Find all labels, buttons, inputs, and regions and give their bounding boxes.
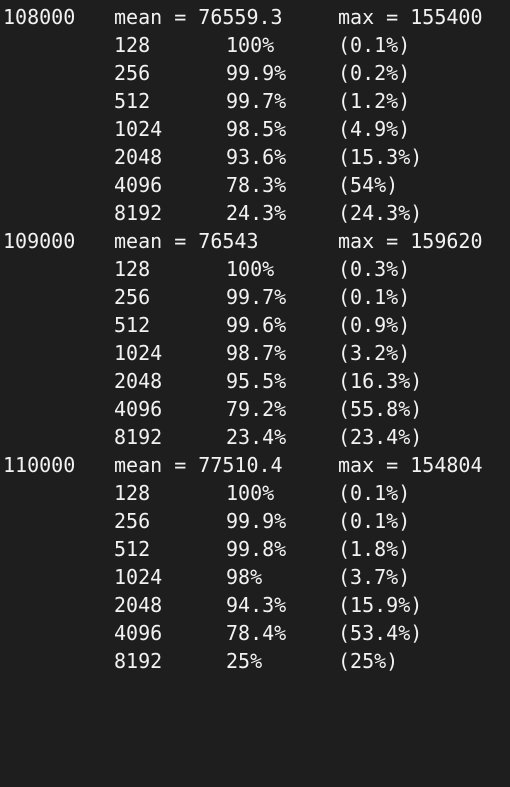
percent-value: 99.7% bbox=[226, 89, 287, 113]
size-value: 512 bbox=[114, 537, 151, 561]
block-header: 110000 mean = 77510.4 max = 154804 bbox=[0, 451, 510, 479]
share-value: (15.3%) bbox=[338, 145, 423, 169]
size-value: 1024 bbox=[114, 117, 163, 141]
table-row: 256 99.9% (0.2%) bbox=[0, 59, 510, 87]
mean-value: mean = 76543 bbox=[114, 229, 259, 253]
share-value: (0.9%) bbox=[338, 313, 411, 337]
percent-value: 25% bbox=[226, 649, 263, 673]
size-value: 1024 bbox=[114, 565, 163, 589]
size-value: 2048 bbox=[114, 145, 163, 169]
size-value: 512 bbox=[114, 89, 151, 113]
percent-value: 100% bbox=[226, 257, 275, 281]
size-value: 4096 bbox=[114, 397, 163, 421]
terminal-output: 108000 mean = 76559.3 max = 155400 128 1… bbox=[0, 0, 510, 674]
table-row: 8192 23.4% (23.4%) bbox=[0, 423, 510, 451]
mean-value: mean = 77510.4 bbox=[114, 453, 283, 477]
max-value: max = 159620 bbox=[338, 229, 483, 253]
percent-value: 95.5% bbox=[226, 369, 287, 393]
table-row: 4096 78.3% (54%) bbox=[0, 171, 510, 199]
size-value: 8192 bbox=[114, 649, 163, 673]
table-row: 4096 79.2% (55.8%) bbox=[0, 395, 510, 423]
percent-value: 94.3% bbox=[226, 593, 287, 617]
percent-value: 98.5% bbox=[226, 117, 287, 141]
table-row: 2048 94.3% (15.9%) bbox=[0, 591, 510, 619]
share-value: (3.2%) bbox=[338, 341, 411, 365]
share-value: (0.1%) bbox=[338, 481, 411, 505]
share-value: (0.1%) bbox=[338, 33, 411, 57]
share-value: (4.9%) bbox=[338, 117, 411, 141]
max-value: max = 154804 bbox=[338, 453, 483, 477]
table-row: 512 99.6% (0.9%) bbox=[0, 311, 510, 339]
size-value: 256 bbox=[114, 509, 151, 533]
table-row: 8192 25% (25%) bbox=[0, 647, 510, 675]
size-value: 512 bbox=[114, 313, 151, 337]
iteration-count: 109000 bbox=[3, 229, 76, 253]
share-value: (15.9%) bbox=[338, 593, 423, 617]
table-row: 512 99.7% (1.2%) bbox=[0, 87, 510, 115]
table-row: 2048 95.5% (16.3%) bbox=[0, 367, 510, 395]
percent-value: 79.2% bbox=[226, 397, 287, 421]
percent-value: 99.8% bbox=[226, 537, 287, 561]
mean-value: mean = 76559.3 bbox=[114, 5, 283, 29]
percent-value: 78.3% bbox=[226, 173, 287, 197]
share-value: (25%) bbox=[338, 649, 399, 673]
table-row: 4096 78.4% (53.4%) bbox=[0, 619, 510, 647]
share-value: (1.8%) bbox=[338, 537, 411, 561]
share-value: (53.4%) bbox=[338, 621, 423, 645]
table-row: 256 99.7% (0.1%) bbox=[0, 283, 510, 311]
table-row: 512 99.8% (1.8%) bbox=[0, 535, 510, 563]
size-value: 4096 bbox=[114, 173, 163, 197]
share-value: (3.7%) bbox=[338, 565, 411, 589]
max-value: max = 155400 bbox=[338, 5, 483, 29]
percent-value: 100% bbox=[226, 481, 275, 505]
table-row: 8192 24.3% (24.3%) bbox=[0, 199, 510, 227]
share-value: (0.1%) bbox=[338, 285, 411, 309]
size-value: 4096 bbox=[114, 621, 163, 645]
percent-value: 100% bbox=[226, 33, 275, 57]
percent-value: 99.9% bbox=[226, 61, 287, 85]
block-header: 108000 mean = 76559.3 max = 155400 bbox=[0, 3, 510, 31]
share-value: (0.1%) bbox=[338, 509, 411, 533]
size-value: 256 bbox=[114, 61, 151, 85]
percent-value: 99.6% bbox=[226, 313, 287, 337]
percent-value: 99.9% bbox=[226, 509, 287, 533]
size-value: 128 bbox=[114, 481, 151, 505]
share-value: (0.2%) bbox=[338, 61, 411, 85]
size-value: 128 bbox=[114, 257, 151, 281]
share-value: (16.3%) bbox=[338, 369, 423, 393]
share-value: (23.4%) bbox=[338, 425, 423, 449]
size-value: 256 bbox=[114, 285, 151, 309]
share-value: (54%) bbox=[338, 173, 399, 197]
size-value: 128 bbox=[114, 33, 151, 57]
table-row: 256 99.9% (0.1%) bbox=[0, 507, 510, 535]
block-header: 109000 mean = 76543 max = 159620 bbox=[0, 227, 510, 255]
size-value: 1024 bbox=[114, 341, 163, 365]
table-row: 1024 98.5% (4.9%) bbox=[0, 115, 510, 143]
size-value: 8192 bbox=[114, 425, 163, 449]
share-value: (0.3%) bbox=[338, 257, 411, 281]
percent-value: 78.4% bbox=[226, 621, 287, 645]
size-value: 2048 bbox=[114, 593, 163, 617]
percent-value: 24.3% bbox=[226, 201, 287, 225]
iteration-count: 108000 bbox=[3, 5, 76, 29]
size-value: 8192 bbox=[114, 201, 163, 225]
table-row: 128 100% (0.1%) bbox=[0, 31, 510, 59]
percent-value: 99.7% bbox=[226, 285, 287, 309]
table-row: 128 100% (0.3%) bbox=[0, 255, 510, 283]
percent-value: 93.6% bbox=[226, 145, 287, 169]
table-row: 128 100% (0.1%) bbox=[0, 479, 510, 507]
size-value: 2048 bbox=[114, 369, 163, 393]
share-value: (24.3%) bbox=[338, 201, 423, 225]
table-row: 1024 98.7% (3.2%) bbox=[0, 339, 510, 367]
percent-value: 23.4% bbox=[226, 425, 287, 449]
iteration-count: 110000 bbox=[3, 453, 76, 477]
share-value: (1.2%) bbox=[338, 89, 411, 113]
table-row: 1024 98% (3.7%) bbox=[0, 563, 510, 591]
percent-value: 98% bbox=[226, 565, 263, 589]
percent-value: 98.7% bbox=[226, 341, 287, 365]
table-row: 2048 93.6% (15.3%) bbox=[0, 143, 510, 171]
share-value: (55.8%) bbox=[338, 397, 423, 421]
